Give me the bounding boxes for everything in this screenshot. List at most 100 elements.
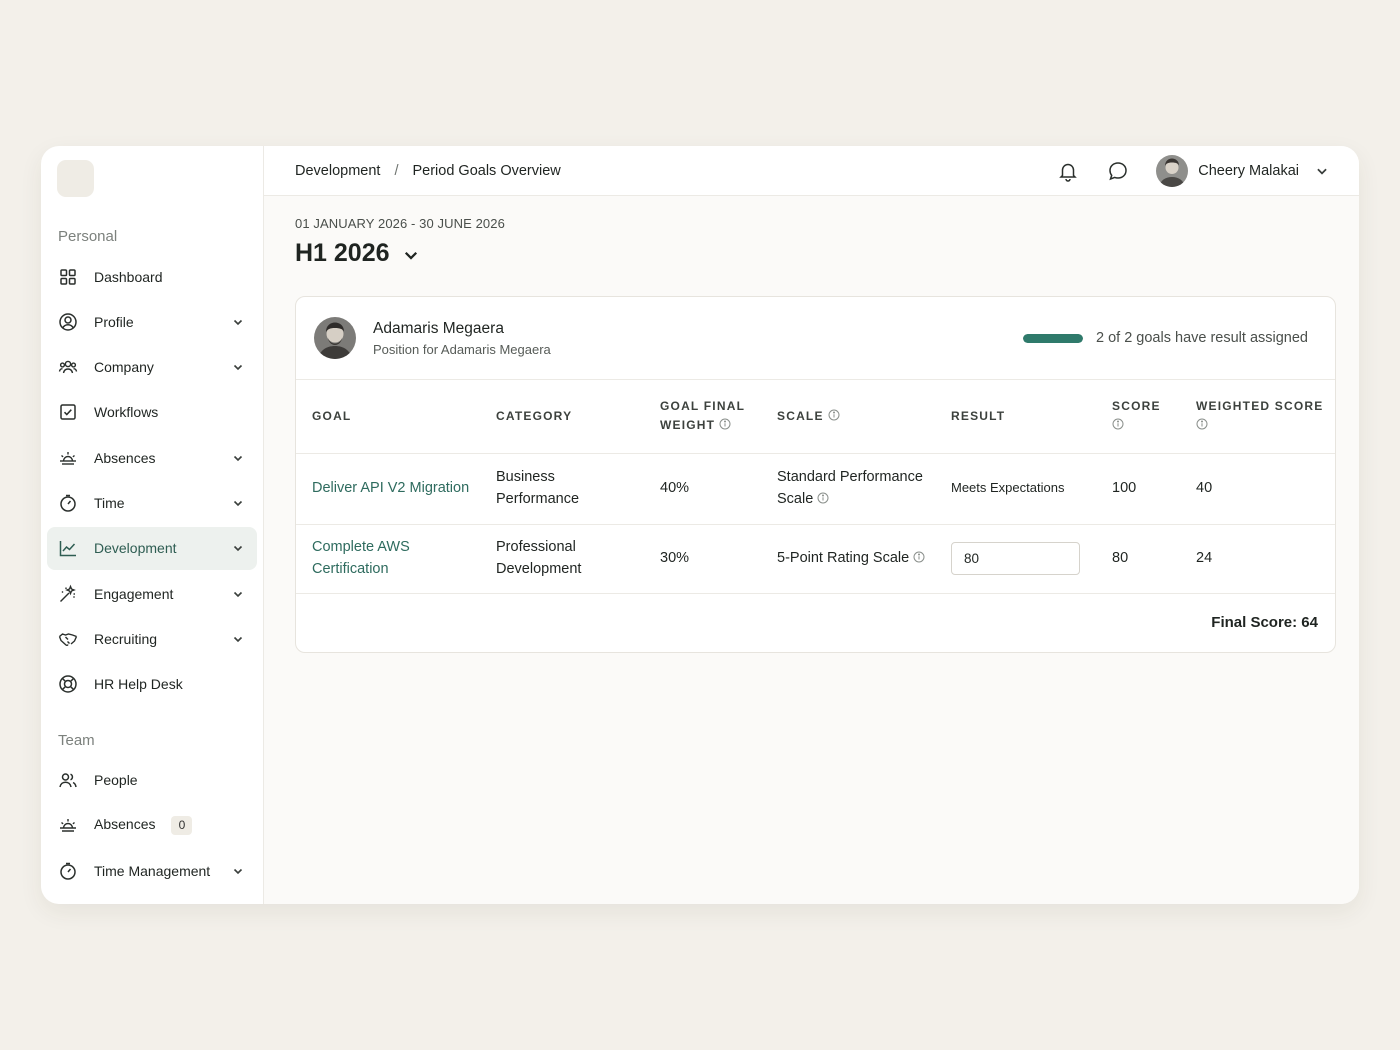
chevron-down-icon: [231, 315, 245, 329]
employee-name: Adamaris Megaera: [373, 319, 504, 337]
score-cell: 80: [1096, 524, 1180, 594]
breadcrumb-separator: /: [394, 162, 399, 179]
topbar: Development / Period Goals Overview Chee…: [264, 146, 1359, 196]
weight-cell: 40%: [644, 453, 761, 525]
sidebar-item-label: People: [94, 772, 138, 789]
sidebar-item-label: Profile: [94, 313, 134, 330]
column-header-label: SCALE: [777, 408, 824, 423]
column-header-result[interactable]: RESULT: [935, 380, 1096, 454]
breadcrumb-parent[interactable]: Development: [295, 163, 380, 179]
sunrise-icon: [58, 815, 78, 835]
app-window: Personal Dashboard Profile Company Workf…: [41, 146, 1359, 904]
goal-link[interactable]: Complete AWS Certification: [312, 539, 410, 576]
column-header-scale[interactable]: SCALE: [761, 380, 935, 454]
bell-icon[interactable]: [1056, 159, 1080, 183]
column-header-label: RESULT: [951, 408, 1006, 423]
column-header-label: CATEGORY: [496, 408, 573, 423]
info-icon[interactable]: [817, 490, 829, 503]
stopwatch-icon: [58, 861, 78, 881]
column-header-category[interactable]: CATEGORY: [480, 380, 644, 454]
weight-cell: 30%: [644, 524, 761, 594]
chat-bubble-icon[interactable]: [1106, 159, 1130, 183]
scale-label: Standard Performance Scale: [777, 469, 923, 507]
users-icon: [58, 770, 78, 790]
breadcrumb: Development / Period Goals Overview: [295, 163, 1056, 179]
column-header-label: WEIGHTED SCORE: [1196, 399, 1324, 414]
sidebar-item-label: Time: [94, 494, 125, 511]
sidebar-item-label: Development: [94, 540, 177, 557]
sidebar-item-recruiting[interactable]: Recruiting: [47, 617, 257, 660]
final-score: Final Score: 64: [1211, 614, 1318, 631]
table-row: Complete AWS Certification Professional …: [296, 524, 1335, 594]
column-header-goal[interactable]: GOAL: [296, 380, 480, 454]
employee-header: Adamaris Megaera Position for Adamaris M…: [296, 297, 1335, 380]
chevron-down-icon: [231, 360, 245, 374]
sidebar-item-profile[interactable]: Profile: [47, 300, 257, 343]
sidebar-item-development[interactable]: Development: [47, 526, 257, 570]
column-header-label: GOAL FINAL WEIGHT: [660, 399, 745, 433]
table-header-row: GOAL CATEGORY GOAL FINAL WEIGHT SCALE RE…: [296, 380, 1335, 454]
user-name: Cheery Malakai: [1198, 162, 1299, 179]
info-icon[interactable]: [1196, 417, 1208, 430]
category-cell: Professional Development: [480, 524, 644, 594]
sunrise-icon: [58, 448, 78, 468]
user-menu[interactable]: Cheery Malakai: [1156, 154, 1329, 187]
employee-position: Position for Adamaris Megaera: [373, 341, 551, 357]
avatar: [1156, 154, 1189, 187]
goal-cell: Deliver API V2 Migration: [296, 453, 480, 525]
sidebar-item-dashboard[interactable]: Dashboard: [47, 255, 257, 298]
lifebuoy-icon: [58, 674, 78, 694]
handshake-icon: [58, 629, 78, 649]
result-cell: [935, 524, 1096, 594]
sidebar-item-label: Engagement: [94, 585, 174, 602]
sidebar-item-time[interactable]: Time: [47, 481, 257, 524]
sidebar-section-team: Team: [58, 731, 95, 749]
main-area: Development / Period Goals Overview Chee…: [264, 146, 1359, 904]
chevron-down-icon: [231, 632, 245, 646]
result-input[interactable]: [951, 542, 1080, 575]
sidebar-item-label: Recruiting: [94, 630, 158, 647]
sidebar-item-company[interactable]: Company: [47, 346, 257, 389]
goal-link[interactable]: Deliver API V2 Migration: [312, 480, 469, 496]
column-header-label: SCORE: [1112, 399, 1161, 414]
sidebar-item-absences[interactable]: Absences: [47, 436, 257, 479]
sidebar-item-label: Company: [94, 359, 154, 376]
chevron-down-icon: [402, 246, 420, 264]
sidebar-item-time-management[interactable]: Time Management: [47, 849, 257, 892]
sidebar-item-team-absences[interactable]: Absences 0: [47, 804, 257, 847]
goals-card: Adamaris Megaera Position for Adamaris M…: [295, 296, 1336, 653]
goals-progress-bar: [1023, 333, 1083, 343]
column-header-weight[interactable]: GOAL FINAL WEIGHT: [644, 380, 761, 454]
sidebar-section-personal: Personal: [58, 228, 118, 245]
info-icon[interactable]: [719, 417, 731, 430]
avatar: [314, 317, 356, 359]
chevron-down-icon: [231, 451, 245, 465]
scale-cell: Standard Performance Scale: [761, 453, 935, 525]
column-header-score[interactable]: SCORE: [1096, 380, 1180, 454]
period-selector[interactable]: H1 2026: [295, 239, 420, 268]
sidebar-item-label: Absences: [94, 815, 156, 832]
sidebar-item-hr-help-desk[interactable]: HR Help Desk: [47, 663, 257, 706]
weighted-score-cell: 40: [1180, 453, 1335, 525]
period-range: 01 JANUARY 2026 - 30 JUNE 2026: [295, 216, 505, 231]
sidebar-nav-personal: Dashboard Profile Company Workflows Abse…: [47, 255, 257, 706]
goal-cell: Complete AWS Certification: [296, 524, 480, 594]
goals-table: GOAL CATEGORY GOAL FINAL WEIGHT SCALE RE…: [296, 380, 1335, 594]
result-cell: Meets Expectations: [935, 453, 1096, 525]
user-circle-icon: [58, 312, 78, 332]
info-icon[interactable]: [1112, 417, 1124, 430]
company-logo[interactable]: [57, 160, 94, 197]
info-icon[interactable]: [913, 549, 925, 563]
column-header-weighted-score[interactable]: WEIGHTED SCORE: [1180, 380, 1335, 454]
sidebar-item-workflows[interactable]: Workflows: [47, 391, 257, 434]
weighted-score-cell: 24: [1180, 524, 1335, 594]
table-row: Deliver API V2 Migration Business Perfor…: [296, 453, 1335, 525]
chevron-down-icon: [231, 496, 245, 510]
sidebar-item-people[interactable]: People: [47, 759, 257, 802]
sidebar-item-label: Time Management: [94, 862, 211, 879]
chevron-down-icon: [231, 864, 245, 878]
content: 01 JANUARY 2026 - 30 JUNE 2026 H1 2026 A…: [264, 196, 1359, 653]
info-icon[interactable]: [828, 408, 840, 421]
sidebar-item-engagement[interactable]: Engagement: [47, 572, 257, 615]
sidebar-item-label-wrap: Absences 0: [94, 815, 245, 835]
